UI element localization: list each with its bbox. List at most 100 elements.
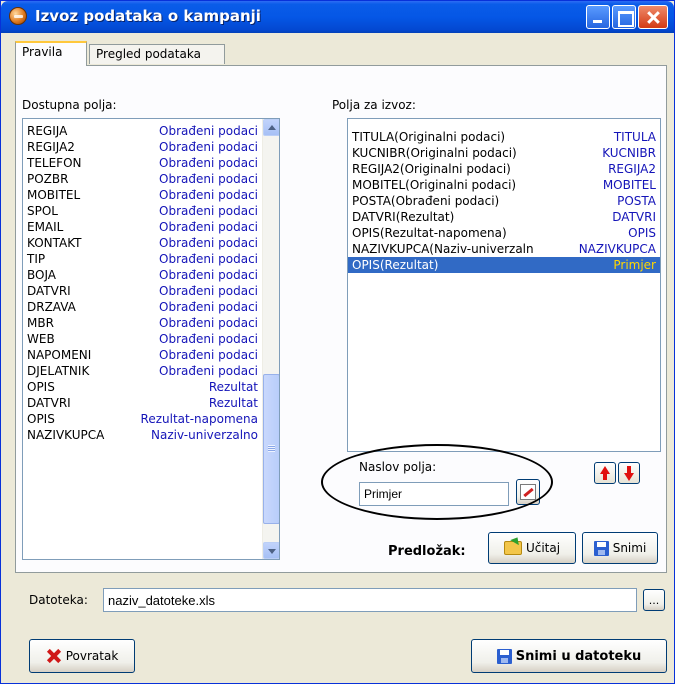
field-source: Obrađeni podaci — [159, 188, 258, 202]
window-title: Izvoz podataka o kampanji — [35, 7, 261, 25]
list-item[interactable]: DATVRI(Rezultat) DATVRI — [348, 209, 660, 225]
list-item[interactable]: OPIS Rezultat-napomena — [23, 411, 262, 427]
field-source: Obrađeni podaci — [159, 300, 258, 314]
export-fields-rows: TITULA(Originalni podaci) TITULA KUCNIBR(O… — [348, 129, 660, 273]
list-item[interactable]: EMAIL Obrađeni podaci — [23, 219, 262, 235]
list-item[interactable]: REGIJA2 Obrađeni podaci — [23, 139, 262, 155]
list-item[interactable]: DATVRI Rezultat — [23, 395, 262, 411]
field-source: Obrađeni podaci — [159, 124, 258, 138]
list-item[interactable]: MOBITEL Obrađeni podaci — [23, 187, 262, 203]
field-name: DATVRI — [27, 396, 71, 410]
list-item[interactable]: BOJA Obrađeni podaci — [23, 267, 262, 283]
save-icon — [496, 648, 512, 664]
edit-icon — [520, 484, 536, 500]
list-item[interactable]: NAZIVKUPCA(Naziv-univerzaln NAZIVKUPCA — [348, 241, 660, 257]
list-item[interactable]: KONTAKT Obrađeni podaci — [23, 235, 262, 251]
scroll-up-button[interactable] — [263, 119, 279, 136]
field-source: Obrađeni podaci — [159, 284, 258, 298]
field-source: Obrađeni podaci — [159, 316, 258, 330]
field-name: POZBR — [27, 172, 69, 186]
field-header-label: Naslov polja: — [359, 460, 437, 474]
field-source: Naziv-univerzalno — [151, 428, 258, 442]
field-name: OPIS(Rezultat) — [352, 258, 439, 272]
export-fields-list[interactable]: TITULA(Originalni podaci) TITULA KUCNIBR(O… — [347, 118, 661, 452]
field-name: REGIJA — [27, 124, 68, 138]
apply-header-button[interactable] — [516, 479, 540, 505]
field-source: Obrađeni podaci — [159, 348, 258, 362]
load-template-button[interactable]: Učitaj — [488, 532, 576, 564]
tab-data-preview[interactable]: Pregled podataka — [89, 44, 225, 64]
list-item[interactable]: POZBR Obrađeni podaci — [23, 171, 262, 187]
list-item[interactable]: NAZIVKUPCA Naziv-univerzalno — [23, 427, 262, 443]
field-header: TITULA — [613, 130, 656, 144]
field-name: DATVRI — [27, 284, 71, 298]
scroll-thumb[interactable] — [263, 374, 279, 524]
browse-file-button[interactable]: ... — [643, 589, 665, 611]
list-item[interactable]: OPIS Rezultat — [23, 379, 262, 395]
list-item[interactable]: KUCNIBR(Originalni podaci) KUCNIBR — [348, 145, 660, 161]
field-source: Obrađeni podaci — [159, 268, 258, 282]
field-name: REGIJA2(Originalni podaci) — [352, 162, 511, 176]
rules-panel: Dostupna polja: REGIJA Obrađeni podaci REG… — [15, 65, 667, 573]
list-item[interactable]: DATVRI Obrađeni podaci — [23, 283, 262, 299]
scroll-down-button[interactable] — [263, 542, 279, 559]
tab-rules[interactable]: Pravila — [15, 41, 87, 66]
list-item[interactable]: DRZAVA Obrađeni podaci — [23, 299, 262, 315]
list-item[interactable]: SPOL Obrađeni podaci — [23, 203, 262, 219]
move-up-button[interactable] — [594, 462, 616, 484]
save-to-file-label: Snimi u datoteku — [515, 648, 642, 664]
save-to-file-button[interactable]: Snimi u datoteku — [471, 639, 667, 673]
field-name: NAZIVKUPCA(Naziv-univerzaln — [352, 242, 534, 256]
field-name: DRZAVA — [27, 300, 76, 314]
file-label: Datoteka: — [29, 593, 88, 607]
field-name: OPIS — [27, 412, 55, 426]
available-fields-label: Dostupna polja: — [22, 98, 117, 112]
available-fields-list[interactable]: REGIJA Obrađeni podaci REGIJA2 Obrađeni pod… — [22, 118, 280, 560]
list-item[interactable]: OPIS(Rezultat) Primjer — [348, 257, 660, 273]
field-name: MOBITEL — [27, 188, 81, 202]
list-item[interactable]: REGIJA2(Originalni podaci) REGIJA2 — [348, 161, 660, 177]
field-name: SPOL — [27, 204, 58, 218]
save-icon — [593, 540, 609, 556]
field-name: NAPOMENI — [27, 348, 92, 362]
file-name-input[interactable] — [103, 588, 637, 612]
maximize-button[interactable] — [612, 5, 636, 29]
app-icon — [9, 7, 27, 25]
field-header: Primjer — [613, 258, 656, 272]
list-item[interactable]: TELEFON Obrađeni podaci — [23, 155, 262, 171]
list-item[interactable]: POSTA(Obrađeni podaci) POSTA — [348, 193, 660, 209]
list-item[interactable]: OPIS(Rezultat-napomena) OPIS — [348, 225, 660, 241]
list-item[interactable]: WEB Obrađeni podaci — [23, 331, 262, 347]
close-button[interactable] — [638, 5, 668, 29]
list-item[interactable]: TITULA(Originalni podaci) TITULA — [348, 129, 660, 145]
move-down-button[interactable] — [618, 462, 640, 484]
minimize-button[interactable] — [586, 5, 610, 29]
list-item[interactable]: DJELATNIK Obrađeni podaci — [23, 363, 262, 379]
save-template-button[interactable]: Snimi — [582, 532, 658, 564]
field-name: WEB — [27, 332, 55, 346]
field-name: POSTA(Obrađeni podaci) — [352, 194, 500, 208]
template-label: Predložak: — [388, 544, 466, 559]
field-header: OPIS — [628, 226, 656, 240]
load-template-label: Učitaj — [525, 541, 561, 555]
list-item[interactable]: MOBITEL(Originalni podaci) MOBITEL — [348, 177, 660, 193]
save-template-label: Snimi — [612, 541, 647, 555]
list-item[interactable]: NAPOMENI Obrađeni podaci — [23, 347, 262, 363]
field-header: MOBITEL — [602, 178, 656, 192]
field-source: Obrađeni podaci — [159, 220, 258, 234]
list-item[interactable]: MBR Obrađeni podaci — [23, 315, 262, 331]
field-source: Obrađeni podaci — [159, 156, 258, 170]
back-button[interactable]: Povratak — [29, 639, 135, 673]
field-name: OPIS(Rezultat-napomena) — [352, 226, 507, 240]
field-source: Obrađeni podaci — [159, 252, 258, 266]
field-header-input[interactable] — [359, 482, 509, 506]
field-source: Rezultat — [208, 396, 258, 410]
field-header: KUCNIBR — [602, 146, 656, 160]
export-fields-label: Polja za izvoz: — [332, 98, 416, 112]
available-fields-scrollbar[interactable] — [262, 119, 279, 559]
list-item[interactable]: TIP Obrađeni podaci — [23, 251, 262, 267]
field-source: Obrađeni podaci — [159, 236, 258, 250]
field-name: EMAIL — [27, 220, 64, 234]
list-item[interactable]: REGIJA Obrađeni podaci — [23, 123, 262, 139]
title-bar[interactable]: Izvoz podataka o kampanji — [1, 1, 674, 33]
